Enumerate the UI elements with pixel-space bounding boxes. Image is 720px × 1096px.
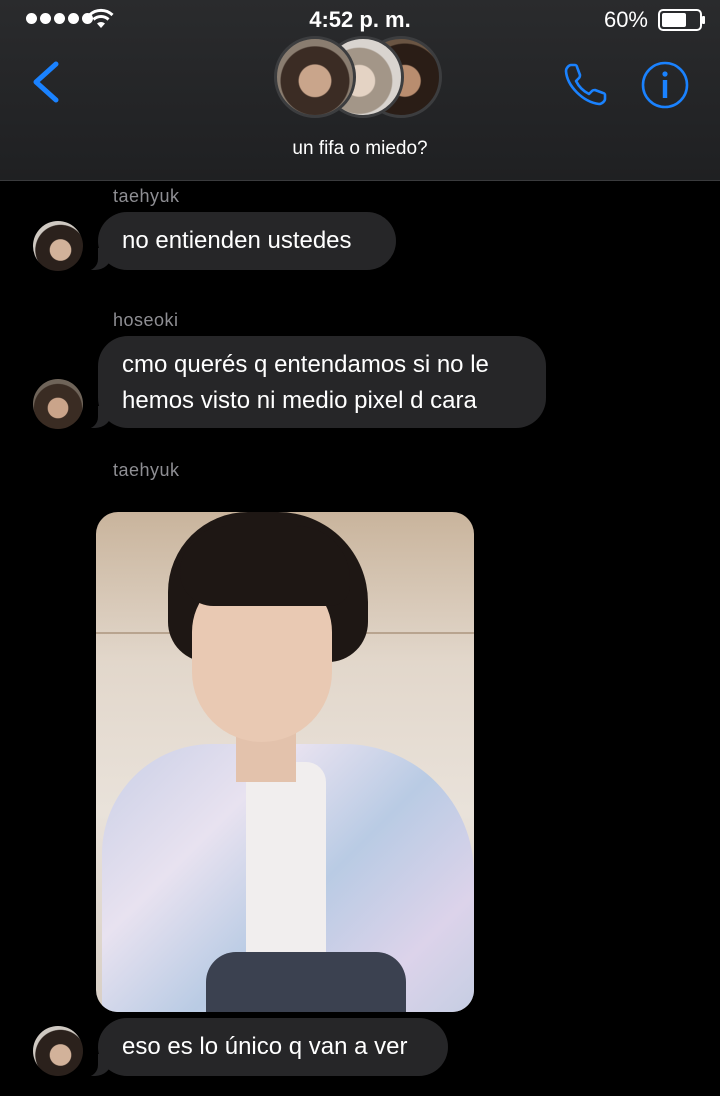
avatar bbox=[274, 36, 356, 118]
avatar[interactable] bbox=[33, 379, 83, 429]
message-text: eso es lo único q van a ver bbox=[122, 1033, 408, 1060]
battery-icon bbox=[658, 9, 705, 31]
photo-message[interactable] bbox=[96, 512, 474, 1012]
sender-name: hoseoki bbox=[113, 310, 179, 330]
avatar[interactable] bbox=[33, 221, 83, 271]
message-text: hemos visto ni medio pixel d cara bbox=[122, 387, 477, 414]
group-name[interactable]: un fifa o miedo? bbox=[0, 138, 720, 160]
chat-header: 4:52 p. m. 60% un fifa o miedo? bbox=[0, 0, 720, 181]
message-bubble[interactable]: no entienden ustedes bbox=[86, 212, 396, 271]
message-text: no entienden ustedes bbox=[122, 227, 352, 254]
message-text: cmo querés q entendamos si no le bbox=[122, 351, 489, 378]
group-avatars[interactable] bbox=[274, 36, 446, 122]
phone-icon[interactable] bbox=[562, 60, 610, 108]
message-bubble[interactable]: eso es lo único q van a ver bbox=[86, 1018, 448, 1077]
info-icon[interactable] bbox=[640, 60, 690, 110]
status-bar: 4:52 p. m. 60% bbox=[0, 0, 720, 40]
sender-name: taehyuk bbox=[113, 460, 180, 480]
avatar[interactable] bbox=[33, 1026, 83, 1076]
back-chevron-icon[interactable] bbox=[28, 60, 64, 104]
message-bubble[interactable]: cmo querés q entendamos si no le hemos v… bbox=[86, 336, 546, 429]
sender-name: taehyuk bbox=[113, 186, 180, 206]
battery-percentage: 60% bbox=[603, 7, 648, 32]
